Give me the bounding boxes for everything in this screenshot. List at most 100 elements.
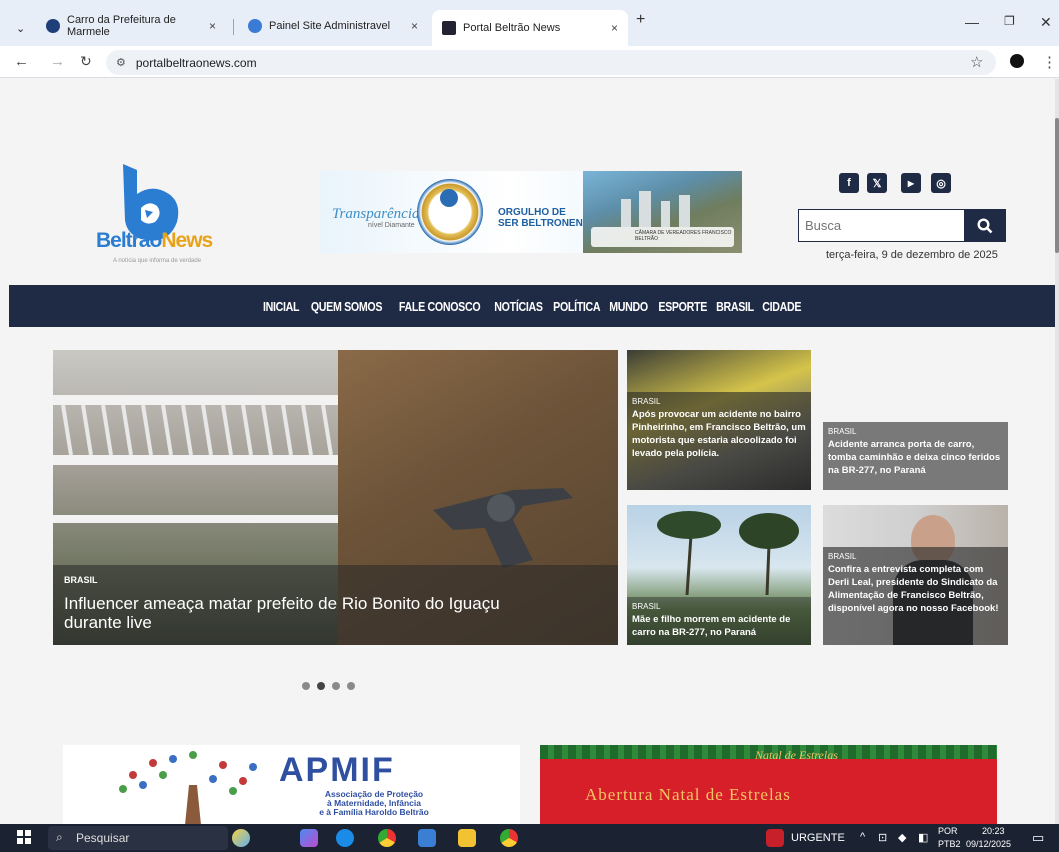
card-category: BRASIL [632, 602, 661, 611]
banner-transparency-text: Transparência [332, 206, 420, 222]
carousel-dot[interactable] [302, 682, 310, 690]
tab-label: Painel Site Administravel [269, 20, 391, 32]
copilot-icon[interactable] [300, 829, 318, 847]
featured-category[interactable]: BRASIL [64, 575, 607, 585]
city-aerial-image: CÂMARA DE VEREADORES FRANCISCO BELTRÃO [583, 171, 742, 253]
nav-cidade[interactable]: CIDADE [762, 299, 801, 314]
card-category: BRASIL [828, 552, 857, 561]
tab-carro-prefeitura[interactable]: Carro da Prefeitura de Marmele × [36, 12, 226, 40]
chevron-down-icon: ⌄ [16, 22, 26, 35]
card-category: BRASIL [828, 427, 857, 436]
carousel-pagination [302, 682, 355, 690]
tray-chevron-icon[interactable]: ^ [860, 831, 865, 843]
volume-icon[interactable]: ◧ [918, 831, 928, 844]
chrome-profile-icon[interactable] [500, 829, 518, 847]
nav-noticias[interactable]: NOTÍCIAS [494, 299, 543, 314]
url-field[interactable]: ⚙ portalbeltraonews.com [106, 50, 996, 75]
news-widget-label[interactable]: URGENTE [791, 832, 845, 844]
card-title: Mãe e filho morrem em acidente de carro … [632, 614, 791, 638]
notification-icon[interactable]: ▭ [1032, 830, 1044, 846]
apmif-banner-ad[interactable]: APMIF Associação de Proteção à Maternida… [63, 745, 520, 824]
nav-brasil[interactable]: BRASIL [716, 299, 754, 314]
carousel-dot[interactable] [347, 682, 355, 690]
news-card-pinheirinho[interactable]: BRASIL Após provocar um acidente no bair… [627, 350, 811, 490]
taskbar-search[interactable]: ⌕ Pesquisar [48, 826, 228, 850]
featured-title[interactable]: Influencer ameaça matar prefeito de Rio … [64, 594, 554, 632]
url-text: portalbeltraonews.com [135, 55, 257, 70]
tab-portal-beltrao[interactable]: Portal Beltrão News × [432, 10, 628, 46]
natal-headline: Abertura Natal de Estrelas [585, 785, 791, 804]
tab-close-icon[interactable]: × [209, 19, 216, 33]
nav-esporte[interactable]: ESPORTE [658, 299, 707, 314]
card-category: BRASIL [632, 397, 661, 406]
windows-taskbar: ⌕ Pesquisar URGENTE ^ ⊡ ◆ ◧ POR PTB2 20:… [0, 824, 1059, 852]
tab-painel-admin[interactable]: Painel Site Administravel × [238, 12, 428, 40]
nav-quem-somos[interactable]: QUEM SOMOS [311, 299, 383, 314]
news-card-derli-leal[interactable]: BRASIL Confira a entrevista completa com… [823, 505, 1008, 645]
news-card-br277-caminhao[interactable]: BRASIL Acidente arranca porta de carro, … [823, 350, 1008, 490]
file-explorer-icon[interactable] [458, 829, 476, 847]
chamber-label: CÂMARA DE VEREADORES FRANCISCO BELTRÃO [591, 227, 734, 247]
search-input[interactable] [799, 210, 965, 241]
main-nav: INICIAL QUEM SOMOS FALE CONOSCO NOTÍCIAS… [9, 285, 1055, 327]
clock-time[interactable]: 20:23 [982, 826, 1005, 836]
tab-label: Portal Beltrão News [463, 22, 561, 34]
browser-tab-bar: ⌄ Carro da Prefeitura de Marmele × Paine… [0, 0, 1059, 46]
bookmark-star-icon[interactable]: ☆ [970, 53, 983, 71]
nav-inicial[interactable]: INICIAL [263, 299, 300, 314]
site-favicon-icon [442, 21, 456, 35]
youtube-icon[interactable]: ▶ [901, 173, 921, 193]
nav-fale-conosco[interactable]: FALE CONOSCO [399, 299, 481, 314]
search-icon [977, 217, 993, 233]
network-icon[interactable]: ◆ [898, 831, 906, 844]
news-widget-icon[interactable] [766, 829, 784, 847]
natal-logo-text: Natal de Estrelas [755, 748, 838, 762]
search-icon: ⌕ [56, 830, 63, 844]
edge-icon[interactable] [336, 829, 354, 847]
language-code[interactable]: POR [938, 826, 958, 836]
tray-app-icon[interactable]: ⊡ [878, 831, 887, 844]
tab-close-icon[interactable]: × [411, 19, 418, 33]
nav-mundo[interactable]: MUNDO [610, 299, 649, 314]
store-icon[interactable] [418, 829, 436, 847]
back-icon[interactable]: ← [14, 53, 29, 70]
apmif-title: APMIF [279, 751, 395, 789]
new-tab-button[interactable]: + [636, 11, 645, 29]
minimize-icon[interactable]: — [965, 14, 979, 30]
search-button[interactable] [964, 209, 1006, 242]
copilot-sparkle-icon[interactable] [232, 829, 250, 847]
tab-close-icon[interactable]: × [611, 21, 618, 35]
restore-icon[interactable]: ❐ [1004, 14, 1015, 28]
tab-list-button[interactable]: ⌄ [6, 14, 32, 42]
transparency-banner-ad[interactable]: Transparência nível Diamante ORGULHO DE … [320, 171, 742, 253]
logo-tagline: A notícia que informa de verdade [113, 258, 202, 264]
taskbar-search-label: Pesquisar [76, 831, 130, 845]
featured-news-card[interactable]: BRASIL Influencer ameaça matar prefeito … [53, 350, 618, 645]
tab-label: Carro da Prefeitura de Marmele [67, 14, 176, 38]
carousel-dot-active[interactable] [317, 682, 325, 690]
carousel-dot[interactable] [332, 682, 340, 690]
more-menu-icon[interactable]: ⋮ [1042, 53, 1057, 71]
banner-level-text: nível Diamante [368, 222, 415, 229]
facebook-icon[interactable]: f [839, 173, 859, 193]
scrollbar-thumb[interactable] [1055, 118, 1059, 253]
natal-estrelas-banner-ad[interactable]: Natal de Estrelas Abertura Natal de Estr… [540, 745, 997, 824]
forward-icon[interactable]: → [50, 53, 65, 70]
reload-icon[interactable]: ↻ [80, 53, 92, 70]
site-info-icon[interactable]: ⚙ [116, 56, 126, 69]
windows-start-icon[interactable] [16, 829, 34, 847]
close-window-icon[interactable]: ✕ [1040, 14, 1052, 31]
news-card-mae-filho[interactable]: BRASIL Mãe e filho morrem em acidente de… [627, 505, 811, 645]
card-title: Acidente arranca porta de carro, tomba c… [828, 439, 1001, 476]
card-title: Confira a entrevista completa com Derli … [828, 564, 999, 614]
nav-politica[interactable]: POLÍTICA [553, 299, 600, 314]
keyboard-layout[interactable]: PTB2 [938, 839, 961, 849]
x-twitter-icon[interactable]: 𝕏 [867, 173, 887, 193]
current-date: terça-feira, 9 de dezembro de 2025 [826, 249, 998, 261]
profile-avatar[interactable] [1010, 54, 1024, 68]
instagram-icon[interactable]: ◎ [931, 173, 951, 193]
revolver-image [433, 488, 573, 568]
clock-date[interactable]: 09/12/2025 [966, 839, 1011, 849]
chrome-icon[interactable] [378, 829, 396, 847]
search-box [798, 209, 1006, 242]
